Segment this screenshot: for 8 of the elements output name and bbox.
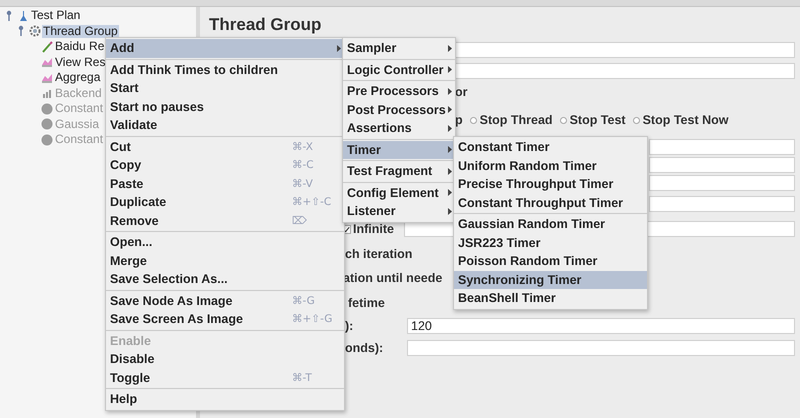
field-label: onds): <box>345 341 384 355</box>
field-label: p <box>455 113 463 127</box>
panel-title: Thread Group <box>209 14 322 36</box>
field-label: ch iteration <box>345 247 412 261</box>
field-label: ): <box>345 319 354 333</box>
field-label: fetime <box>348 296 385 310</box>
checkbox-label: Infinite <box>353 222 395 236</box>
field-label: or <box>455 85 468 99</box>
